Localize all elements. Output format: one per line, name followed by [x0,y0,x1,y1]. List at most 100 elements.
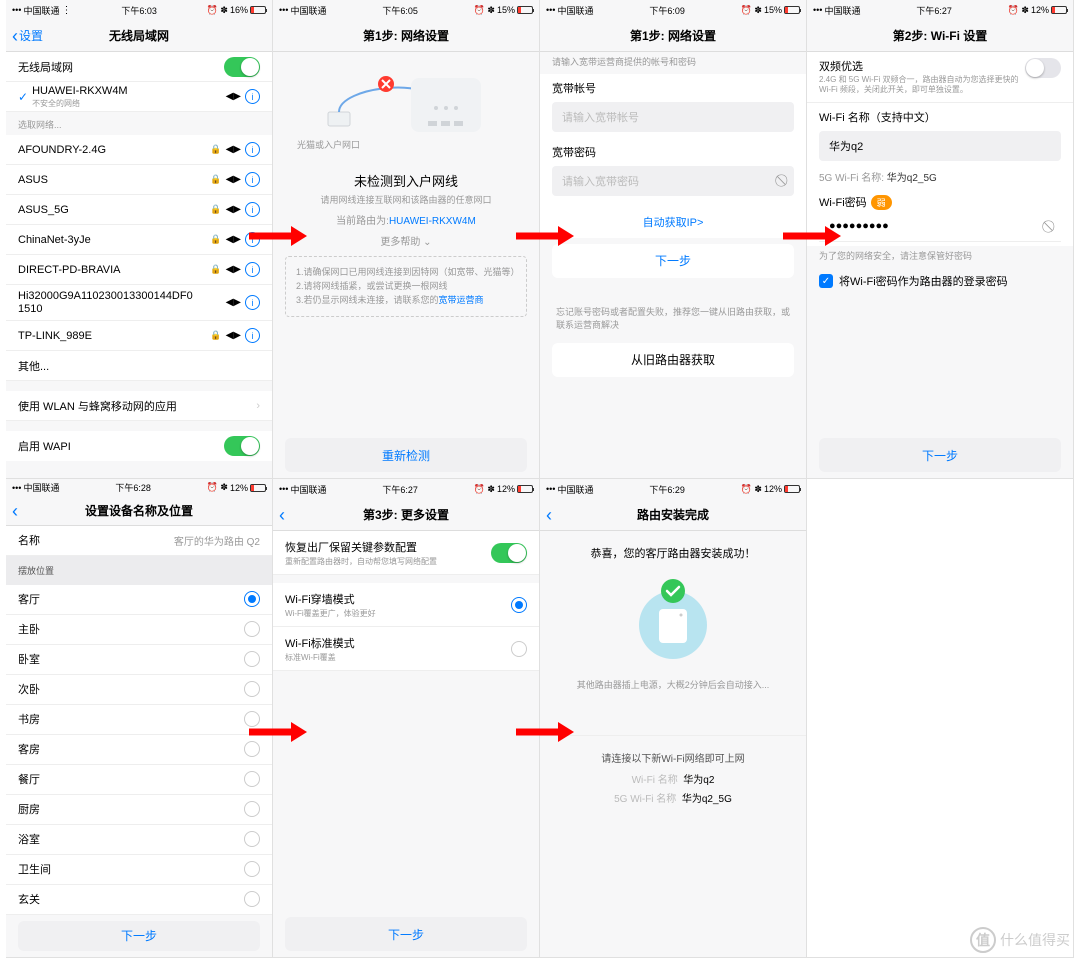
opt3-sub: 标准Wi-Fi覆盖 [285,652,355,663]
status-indicators: ⏰ ✽ [207,5,228,16]
next-button[interactable]: 下一步 [552,244,794,278]
lock-icon: 🔒 [210,234,221,245]
room-row[interactable]: 浴室 [6,825,272,855]
room-row[interactable]: 次卧 [6,675,272,705]
dual-band-row: 双频优选 2.4G 和 5G Wi-Fi 双频合一，路由器自动为您选择更快的Wi… [807,52,1073,103]
network-row[interactable]: ASUS_5G 🔒◀▶i [6,195,272,225]
room-row[interactable]: 主卧 [6,615,272,645]
radio-unselected[interactable] [244,771,260,787]
auto-ip-link[interactable]: 自动获取IP> [643,217,704,229]
status-time: 下午6:28 [115,481,151,494]
lock-icon: 🔒 [210,174,221,185]
dual-band-toggle[interactable] [1025,58,1061,78]
password-label: 宽带密码 [540,138,806,162]
other-network-row[interactable]: 其他... [6,351,272,381]
next-button[interactable]: 下一步 [819,438,1061,472]
room-row[interactable]: 客厅 [6,585,272,615]
info-icon[interactable]: i [245,328,260,343]
info-icon[interactable]: i [245,202,260,217]
radio-unselected[interactable] [244,681,260,697]
room-row[interactable]: 餐厅 [6,765,272,795]
isp-link[interactable]: 宽带运营商 [439,295,484,305]
flow-arrow-icon [781,224,845,248]
wlan-toggle[interactable] [224,57,260,77]
status-time: 下午6:27 [916,4,952,17]
wifi-name-val: 华为q2 [683,775,714,786]
account-label: 宽带帐号 [540,74,806,98]
network-row[interactable]: ChinaNet-3yJe 🔒◀▶i [6,225,272,255]
from-old-router-button[interactable]: 从旧路由器获取 [552,343,794,377]
back-button[interactable] [279,506,286,524]
radio-selected[interactable] [511,597,527,613]
retry-button[interactable]: 重新检测 [285,438,527,472]
use-pwd-as-login-row[interactable]: ✓ 将Wi-Fi密码作为路由器的登录密码 [807,267,1073,295]
screen-device-location: ••• 中国联通 下午6:28 ⏰ ✽ 12% 设置设备名称及位置 名称 客厅的… [6,479,272,957]
opt1-sub: 重新配置路由器时，自动帮您填写网络配置 [285,556,437,567]
radio-unselected[interactable] [244,801,260,817]
account-input[interactable]: 请输入宽带帐号 [552,102,794,132]
screen-step3-more: ••• 中国联通 下午6:27 ⏰ ✽ 12% 第3步: 更多设置 恢复出厂保留… [273,479,539,957]
ssid-label: Hi32000G9A110230013300144DF01510 [18,290,198,314]
info-icon[interactable]: i [245,172,260,187]
wifi-icon: ◀▶ [226,264,241,275]
radio-unselected[interactable] [244,861,260,877]
radio-unselected[interactable] [244,831,260,847]
connected-network-row[interactable]: ✓ HUAWEI-RKXW4M 不安全的网络 ◀▶ i [6,82,272,112]
flow-arrow-icon [247,224,311,248]
wapi-row[interactable]: 启用 WAPI [6,431,272,461]
info-icon[interactable]: i [245,262,260,277]
radio-unselected[interactable] [244,651,260,667]
network-row[interactable]: ASUS 🔒◀▶i [6,165,272,195]
info-icon[interactable]: i [245,89,260,104]
radio-unselected[interactable] [244,891,260,907]
radio-unselected[interactable] [244,621,260,637]
detect-headline: 未检测到入户网线 [354,171,458,190]
wifi-5g-lbl: 5G Wi-Fi 名称 [614,794,676,805]
network-row[interactable]: DIRECT-PD-BRAVIA 🔒◀▶i [6,255,272,285]
info-icon[interactable]: i [245,142,260,157]
screen-step2-wifi: ••• 中国联通 下午6:27 ⏰ ✽ 12% 第2步: Wi-Fi 设置 双频… [807,0,1073,478]
checkbox-checked-icon[interactable]: ✓ [819,274,833,288]
room-row[interactable]: 卧室 [6,645,272,675]
room-row[interactable]: 卫生间 [6,855,272,885]
more-help-link[interactable]: 更多帮助 ⌄ [380,233,431,248]
wall-mode-row[interactable]: Wi-Fi穿墙模式 Wi-Fi覆盖更广，体验更好 [273,583,539,627]
next-button[interactable]: 下一步 [285,917,527,951]
room-row[interactable]: 厨房 [6,795,272,825]
network-row[interactable]: Hi32000G9A110230013300144DF01510 ◀▶i [6,285,272,321]
device-name-row[interactable]: 名称 客厅的华为路由 Q2 [6,526,272,556]
wifi-name-input[interactable]: 华为q2 [819,131,1061,161]
network-row[interactable]: TP-LINK_989E 🔒◀▶i [6,321,272,351]
apps-using-wlan-row[interactable]: 使用 WLAN 与蜂窝移动网的应用 › [6,391,272,421]
next-button[interactable]: 下一步 [18,921,260,951]
watermark-text: 什么值得买 [1000,930,1070,950]
current-router-link[interactable]: HUAWEI-RKXW4M [389,216,476,227]
back-button[interactable]: 设置 [12,27,43,45]
room-row[interactable]: 客房 [6,735,272,765]
room-row[interactable]: 玄关 [6,885,272,915]
network-row[interactable]: AFOUNDRY-2.4G 🔒◀▶i [6,135,272,165]
watermark: 值 什么值得买 [970,927,1070,953]
wifi-pwd-input[interactable]: ●●●●●●●●● ⃠ [819,212,1061,242]
radio-selected[interactable] [244,591,260,607]
lock-icon: 🔒 [210,204,221,215]
password-input[interactable]: 请输入宽带密码 ⃠ [552,166,794,196]
restore-config-row[interactable]: 恢复出厂保留关键参数配置 重新配置路由器时，自动帮您填写网络配置 [273,531,539,575]
standard-mode-row[interactable]: Wi-Fi标准模式 标准Wi-Fi覆盖 [273,627,539,671]
wlan-master-row[interactable]: 无线局域网 [6,52,272,82]
nav-bar: 第1步: 网络设置 [273,20,539,52]
info-icon[interactable]: i [245,295,260,310]
wapi-toggle[interactable] [224,436,260,456]
select-network-header: 选取网络... [6,112,272,135]
wifi-status-icon: ⋮ [61,5,71,16]
radio-unselected[interactable] [511,641,527,657]
back-button[interactable] [546,506,553,524]
restore-toggle[interactable] [491,543,527,563]
back-button[interactable] [12,502,19,520]
room-row[interactable]: 书房 [6,705,272,735]
battery-icon [517,485,533,493]
opt2-sub: Wi-Fi覆盖更广，体验更好 [285,608,376,619]
wapi-label: 启用 WAPI [18,438,71,454]
forgot-hint: 忘记账号密码或者配置失败，推荐您一键从旧路由获取，或联系运营商解决 [540,302,806,337]
opt2-label: Wi-Fi穿墙模式 [285,591,376,607]
